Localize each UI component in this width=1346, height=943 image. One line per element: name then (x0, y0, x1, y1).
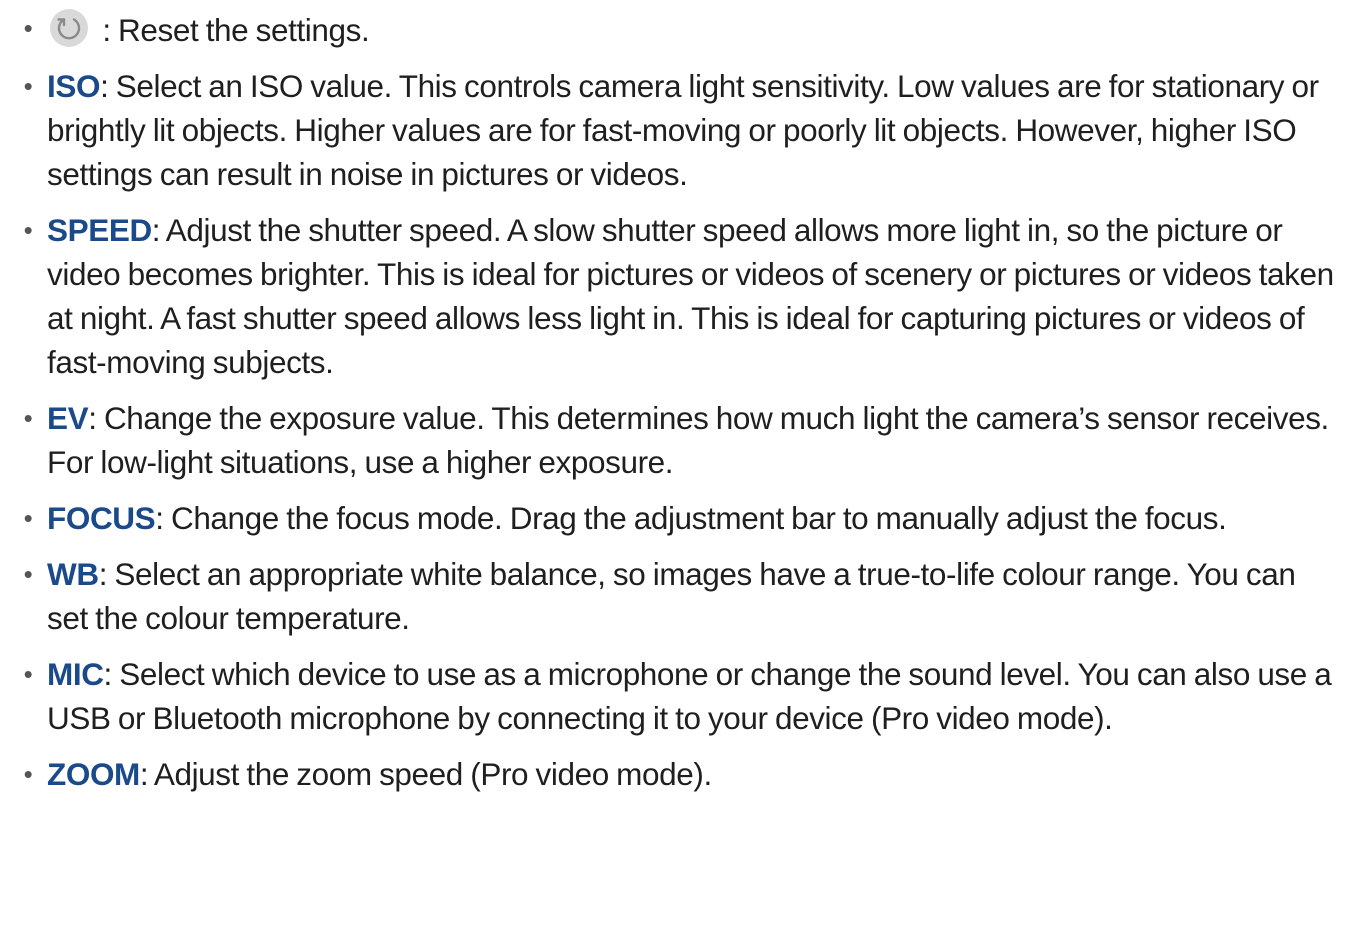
item-term: SPEED (47, 212, 152, 248)
item-term: WB (47, 556, 99, 592)
item-text: : Select an appropriate white balance, s… (47, 556, 1296, 636)
item-term: FOCUS (47, 500, 156, 536)
list-item-ev: • EV: Change the exposure value. This de… (18, 396, 1336, 484)
bullet-dot: • (23, 403, 33, 433)
bullet-dot: • (23, 215, 33, 245)
list-item-iso: • ISO: Select an ISO value. This control… (18, 64, 1336, 196)
bullet-dot: • (23, 559, 33, 589)
list-item-mic: • MIC: Select which device to use as a m… (18, 652, 1336, 740)
item-term: MIC (47, 656, 104, 692)
list-item-zoom: • ZOOM: Adjust the zoom speed (Pro video… (18, 752, 1336, 796)
item-term: EV (47, 400, 89, 436)
bullet-dot: • (23, 71, 33, 101)
list-item-speed: • SPEED: Adjust the shutter speed. A slo… (18, 208, 1336, 384)
bullet-dot: • (23, 13, 33, 43)
item-text: : Adjust the shutter speed. A slow shutt… (47, 212, 1334, 380)
list-item-focus: • FOCUS: Change the focus mode. Drag the… (18, 496, 1336, 540)
bullet-dot: • (23, 659, 33, 689)
item-term: ISO (47, 68, 101, 104)
list-item-wb: • WB: Select an appropriate white balanc… (18, 552, 1336, 640)
item-text: : Adjust the zoom speed (Pro video mode)… (139, 756, 712, 792)
item-text: : Reset the settings. (95, 12, 370, 48)
bullet-dot: • (23, 759, 33, 789)
item-text: : Select an ISO value. This controls cam… (47, 68, 1319, 192)
item-text: : Change the exposure value. This determ… (47, 400, 1329, 480)
bullet-dot: • (23, 503, 33, 533)
item-text: : Change the focus mode. Drag the adjust… (155, 500, 1227, 536)
reset-icon (47, 6, 91, 50)
settings-bullet-list: • : Reset the settings. • ISO: Select an… (18, 6, 1336, 796)
list-item-reset: • : Reset the settings. (18, 6, 1336, 52)
item-term: ZOOM (47, 756, 140, 792)
document-page: • : Reset the settings. • ISO: Select an… (0, 0, 1346, 943)
item-text: : Select which device to use as a microp… (47, 656, 1332, 736)
